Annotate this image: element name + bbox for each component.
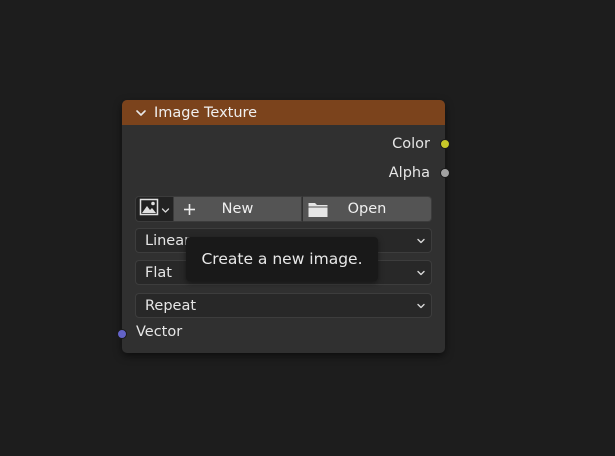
new-image-tooltip: Create a new image. [186, 237, 378, 281]
node-header[interactable]: Image Texture [122, 100, 445, 125]
chevron-down-icon [415, 235, 427, 247]
color-output-socket[interactable] [440, 139, 450, 149]
input-vector-label: Vector [136, 324, 183, 340]
node-title: Image Texture [154, 104, 258, 121]
new-button-label: New [221, 201, 254, 217]
chevron-down-icon[interactable] [134, 106, 148, 120]
chevron-down-icon [161, 200, 170, 219]
extension-dropdown[interactable]: Repeat [135, 293, 432, 318]
vector-input-socket[interactable] [117, 329, 127, 339]
chevron-down-icon [415, 267, 427, 279]
browse-image-button[interactable] [135, 196, 174, 222]
chevron-down-icon [415, 300, 427, 312]
output-alpha-label: Alpha [388, 165, 430, 181]
image-texture-node[interactable]: Image Texture Color Alpha New Open Linea… [117, 100, 450, 353]
alpha-output-socket[interactable] [440, 168, 450, 178]
node-editor-canvas[interactable]: Image Texture Color Alpha New Open Linea… [0, 0, 615, 456]
tooltip-text: Create a new image. [201, 250, 363, 268]
output-color-label: Color [392, 136, 430, 152]
extension-value: Repeat [145, 297, 197, 314]
projection-value: Flat [145, 264, 172, 281]
new-image-button[interactable]: New [174, 196, 302, 222]
open-button-label: Open [347, 201, 387, 217]
interpolation-value: Linear [145, 232, 191, 249]
open-image-button[interactable]: Open [302, 196, 432, 222]
image-icon [139, 198, 159, 220]
image-button-row: New Open [135, 196, 432, 222]
